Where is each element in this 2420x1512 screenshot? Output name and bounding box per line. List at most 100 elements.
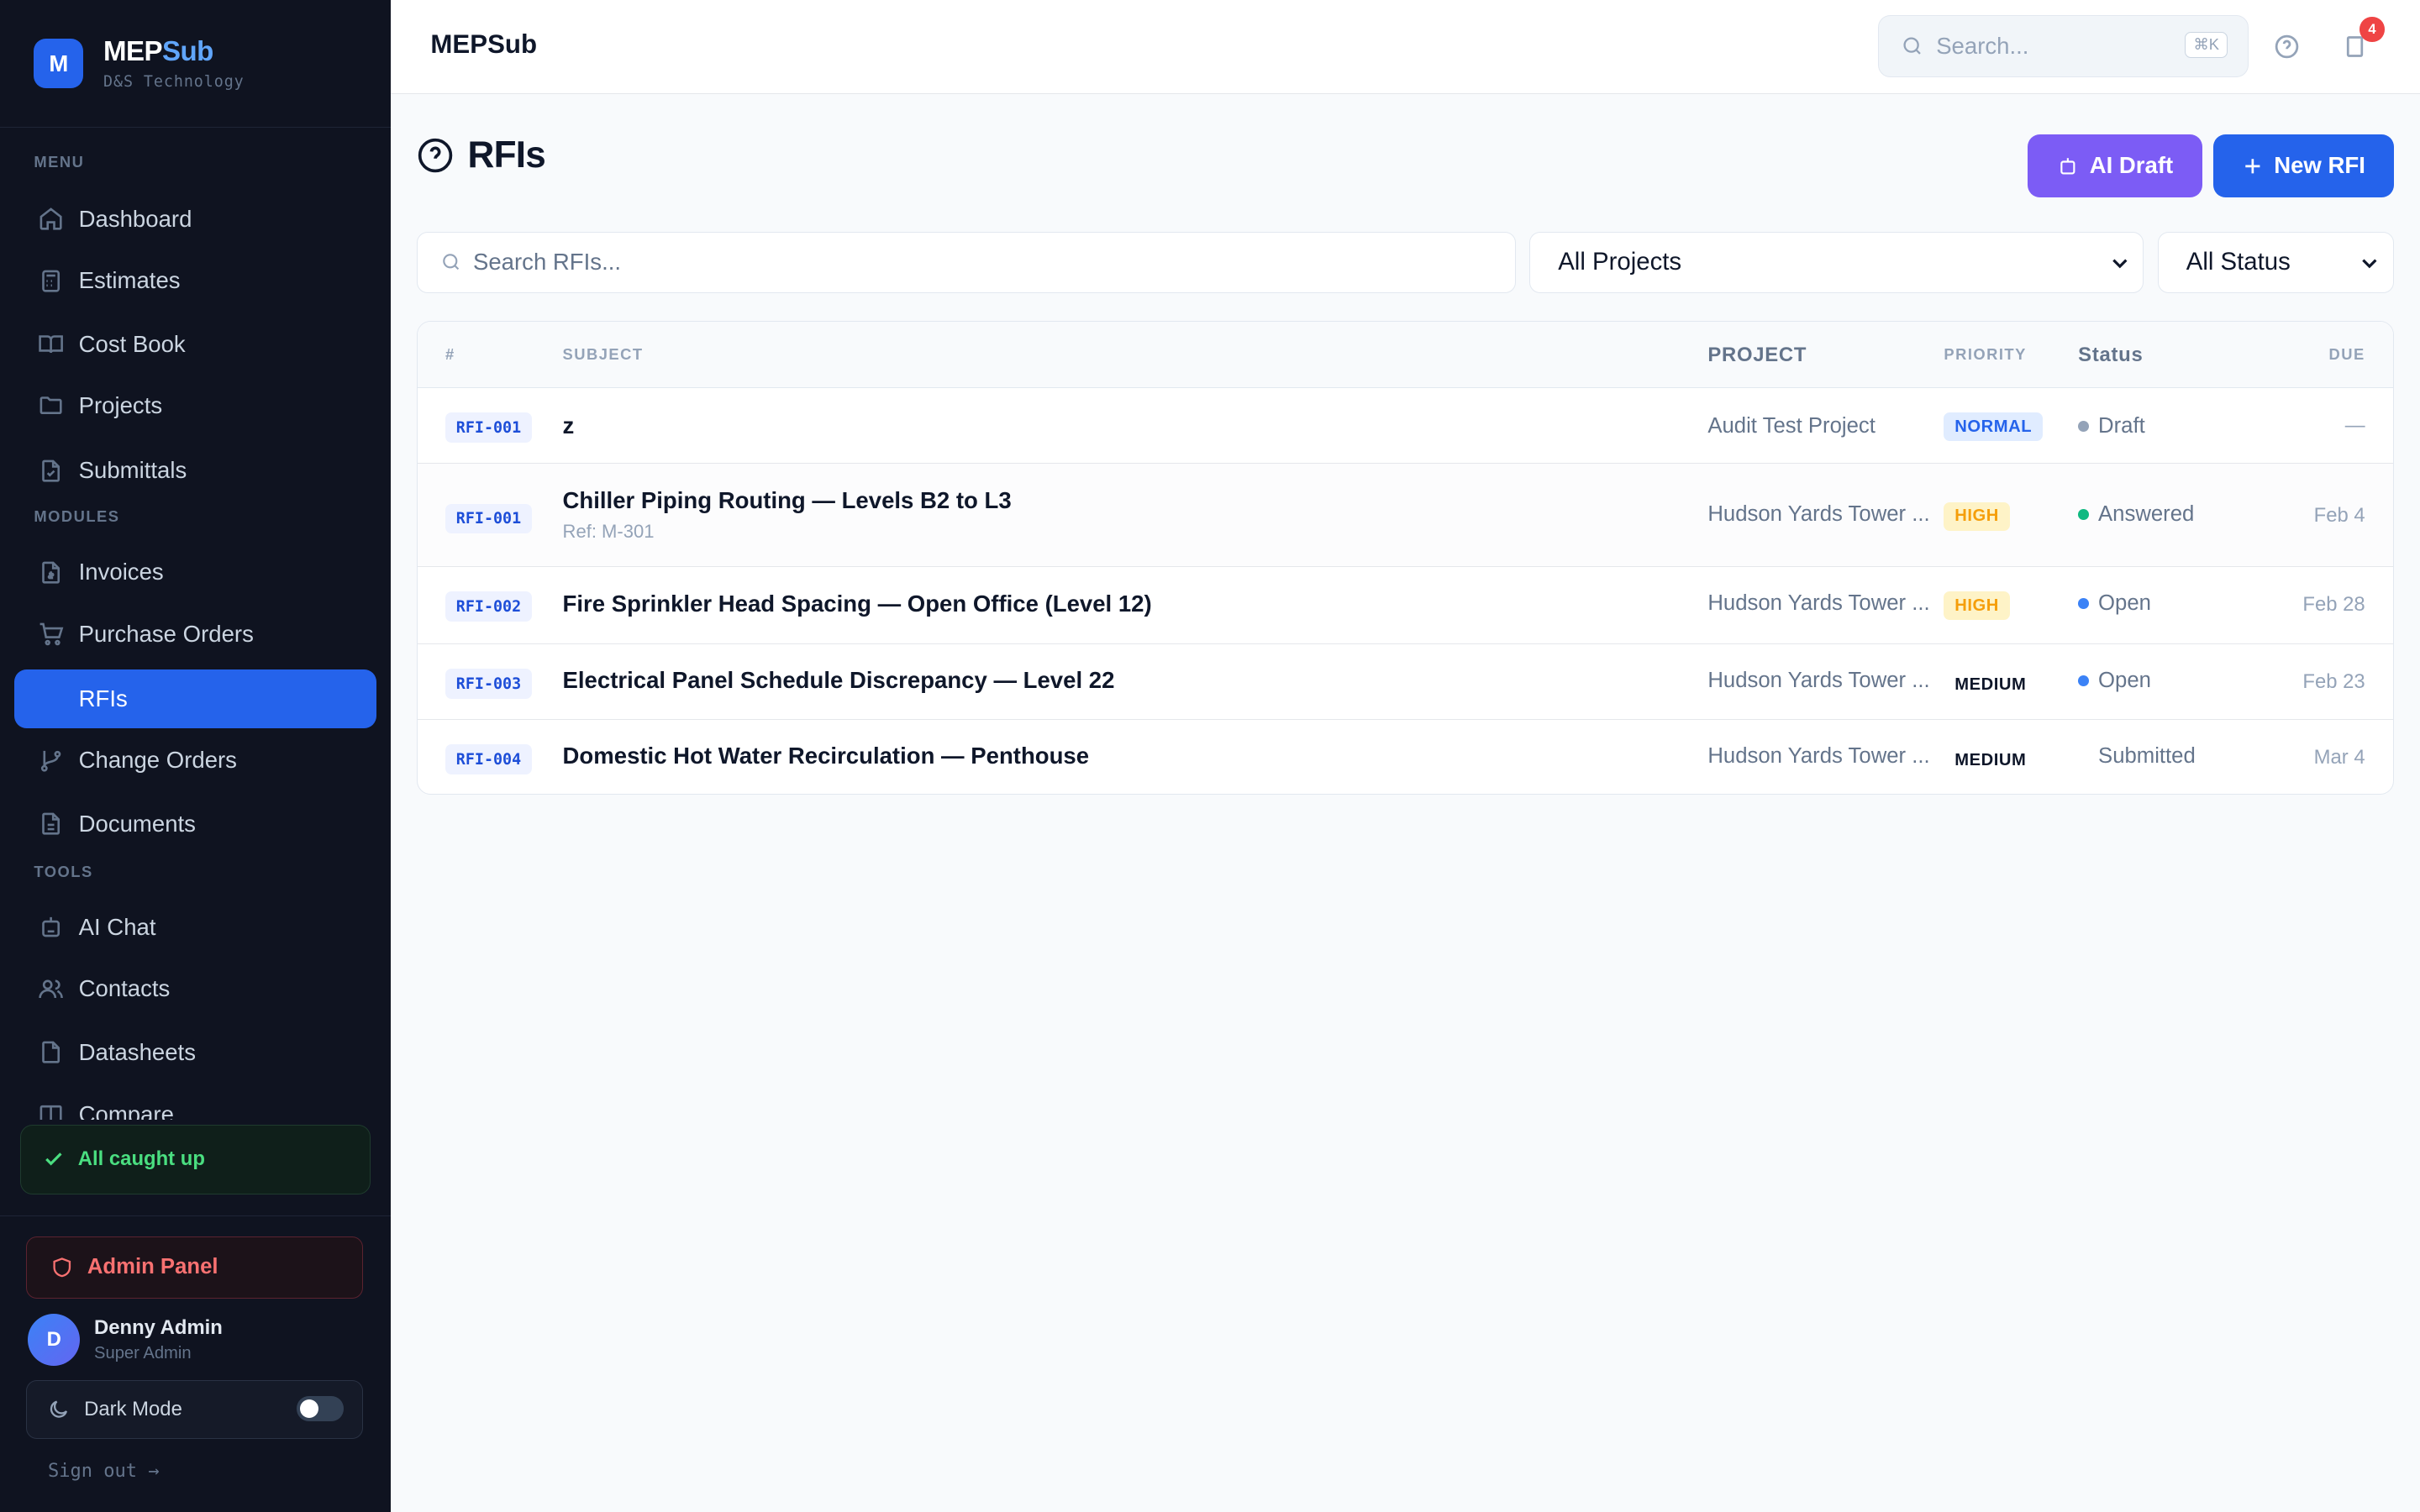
question-circle-icon (418, 138, 453, 172)
rfi-project: Hudson Yards Tower ... (1707, 591, 1930, 616)
file-check-icon (37, 457, 65, 485)
rfi-search[interactable] (416, 231, 1516, 293)
admin-panel-button[interactable]: Admin Panel (26, 1236, 363, 1299)
search-icon (1903, 37, 1921, 55)
rfi-id-badge: RFI-002 (445, 591, 532, 622)
sidebar-item-change-orders[interactable]: Change Orders (14, 732, 377, 790)
sidebar-item-documents[interactable]: Documents (14, 795, 377, 853)
table-header: # SUBJECT PROJECT PRIORITY Status DUE (417, 322, 2393, 388)
brand-logo: M (34, 39, 84, 89)
home-icon (37, 205, 65, 233)
rfi-subject[interactable]: Electrical Panel Schedule Discrepancy — … (563, 667, 1115, 694)
admin-panel-label: Admin Panel (87, 1255, 218, 1279)
sidebar-footer: Admin Panel D Denny Admin Super Admin Da… (0, 1215, 391, 1512)
priority-badge: HIGH (1944, 501, 2010, 531)
status-filter-select[interactable]: All Status (2157, 231, 2394, 293)
sidebar-item-contacts[interactable]: Contacts (14, 959, 377, 1018)
status-dot (2078, 675, 2090, 687)
section-label-menu: MENU (34, 152, 85, 171)
table-row[interactable]: RFI-001 Chiller Piping Routing — Levels … (417, 463, 2393, 568)
sidebar-item-label: Change Orders (78, 747, 237, 774)
caught-up-text: All caught up (77, 1147, 205, 1171)
ai-draft-button[interactable]: AI Draft (2028, 134, 2202, 198)
col-status[interactable]: Status (2078, 344, 2143, 367)
sidebar-item-projects[interactable]: Projects (14, 376, 377, 435)
file-icon (37, 1038, 65, 1066)
col-due[interactable]: DUE (2328, 345, 2365, 364)
rfi-project: Hudson Yards Tower ... (1707, 744, 1930, 769)
git-branch-icon (37, 747, 65, 774)
ai-draft-label: AI Draft (2089, 152, 2174, 179)
sidebar-item-submittals[interactable]: Submittals (14, 441, 377, 500)
global-search-input[interactable] (1936, 33, 2168, 60)
chevron-down-icon (2362, 259, 2377, 269)
priority-badge: NORMAL (1944, 412, 2043, 442)
dark-mode-toggle[interactable]: Dark Mode (26, 1380, 363, 1439)
brand-org: D&S Technology (103, 72, 245, 91)
sidebar-item-cost-book[interactable]: Cost Book (14, 315, 377, 374)
sidebar-item-datasheets[interactable]: Datasheets (14, 1023, 377, 1082)
table-row[interactable]: RFI-003 Electrical Panel Schedule Discre… (417, 644, 2393, 720)
col-project[interactable]: PROJECT (1707, 344, 1807, 367)
sidebar-item-invoices[interactable]: Invoices (14, 543, 377, 602)
new-rfi-button[interactable]: New RFI (2212, 134, 2394, 198)
sidebar-item-label: Invoices (78, 559, 164, 585)
top-title: MEPSub (430, 29, 538, 59)
user-profile[interactable]: D Denny Admin Super Admin (28, 1314, 223, 1367)
table-row[interactable]: RFI-001 z Audit Test Project NORMAL Draf… (417, 388, 2393, 464)
rfi-ref: Ref: M-301 (562, 520, 655, 542)
invoice-icon (37, 559, 65, 586)
col-priority[interactable]: PRIORITY (1944, 345, 2026, 364)
status-filter-value: All Status (2186, 248, 2291, 276)
chevron-down-icon (2112, 259, 2128, 269)
sidebar-item-compare[interactable]: Compare (14, 1086, 377, 1121)
rfi-due-date: Feb 28 (2302, 593, 2365, 617)
sidebar-item-label: Contacts (78, 975, 171, 1002)
status-dot (2078, 598, 2090, 610)
brand[interactable]: M MEPSub D&S Technology (0, 0, 391, 129)
users-icon (37, 975, 65, 1003)
project-filter-value: All Projects (1558, 248, 1682, 276)
rfi-search-input[interactable] (472, 249, 1399, 276)
calculator-icon (37, 267, 65, 295)
rfi-subject[interactable]: Fire Sprinkler Head Spacing — Open Offic… (563, 591, 1152, 617)
rfi-due-date: Feb 4 (2313, 503, 2365, 527)
search-icon (443, 254, 460, 270)
user-name: Denny Admin (94, 1315, 223, 1339)
global-search[interactable]: ⌘K (1878, 15, 2249, 77)
rfi-due-date: — (2344, 414, 2365, 438)
dark-mode-switch[interactable] (297, 1396, 344, 1421)
document-icon (37, 810, 65, 837)
rfi-subject[interactable]: Chiller Piping Routing — Levels B2 to L3 (563, 487, 1012, 514)
sidebar-item-label: Datasheets (78, 1038, 196, 1065)
rfi-subject[interactable]: Domestic Hot Water Recirculation — Penth… (563, 743, 1090, 769)
help-icon[interactable] (2273, 33, 2301, 60)
new-rfi-label: New RFI (2274, 152, 2365, 179)
sidebar-item-label: AI Chat (78, 913, 156, 940)
avatar: D (28, 1314, 81, 1367)
page-header: RFIs (417, 134, 546, 176)
col-subject[interactable]: SUBJECT (563, 345, 644, 364)
sidebar-item-label: Dashboard (78, 205, 192, 232)
table-row[interactable]: RFI-002 Fire Sprinkler Head Spacing — Op… (417, 567, 2393, 644)
status-indicator: Submitted (2098, 744, 2196, 769)
status-indicator: Draft (2078, 414, 2145, 438)
sign-out-link[interactable]: Sign out → (48, 1461, 160, 1482)
sidebar-item-label: Projects (78, 392, 163, 419)
sidebar-item-ai-chat[interactable]: AI Chat (14, 898, 377, 957)
project-filter-select[interactable]: All Projects (1529, 231, 2144, 293)
status-dot (2078, 421, 2090, 433)
rfi-subject[interactable]: z (563, 412, 575, 439)
sidebar-item-rfis[interactable]: RFIs (13, 669, 377, 728)
sidebar-item-label: Compare (78, 1101, 174, 1121)
sidebar-item-purchase-orders[interactable]: Purchase Orders (14, 605, 377, 664)
sidebar-item-dashboard[interactable]: Dashboard (14, 190, 377, 249)
shortcut-hint: ⌘K (2185, 31, 2228, 59)
table-row[interactable]: RFI-004 Domestic Hot Water Recirculation… (418, 720, 2393, 794)
folder-icon (37, 392, 65, 420)
section-label-tools: TOOLS (34, 862, 93, 880)
rfi-due-date: Feb 23 (2302, 670, 2365, 694)
caught-up-banner: All caught up (19, 1124, 371, 1194)
sidebar-item-label: Cost Book (78, 330, 186, 357)
sidebar-item-estimates[interactable]: Estimates (14, 251, 377, 310)
